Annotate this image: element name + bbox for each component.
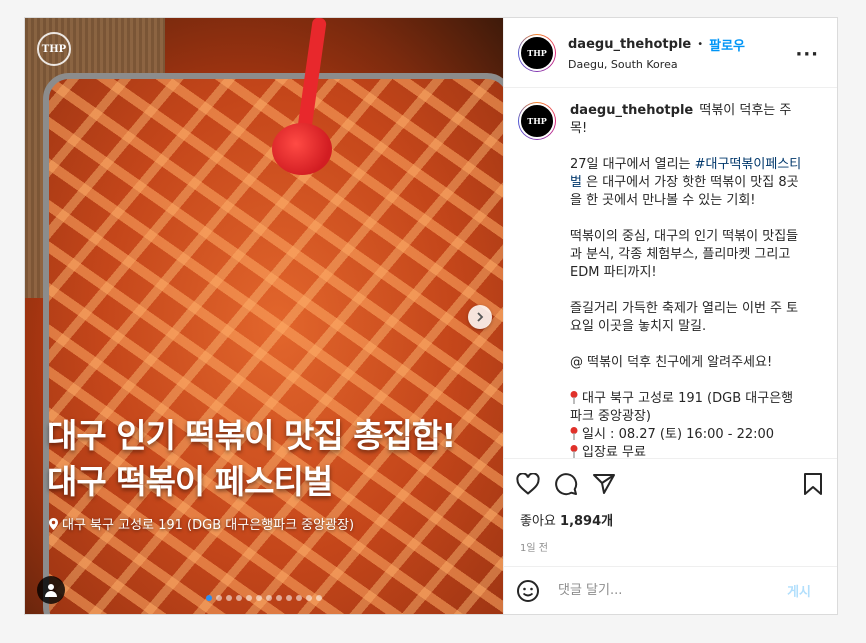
media-location: 대구 북구 고성로 191 (DGB 대구은행파크 중앙광장) <box>49 514 354 533</box>
detail-time: 일시 : 08.27 (토) 16:00 - 22:00 <box>570 426 802 444</box>
carousel-dot <box>236 595 242 601</box>
caption-paragraph-4: @ 떡볶이 덕후 친구에게 알려주세요! <box>570 355 773 370</box>
caption-details: 대구 북구 고성로 191 (DGB 대구은행파크 중앙광장) 일시 : 08.… <box>570 390 802 458</box>
avatar-image: THP <box>519 34 555 71</box>
header-separator: • <box>697 38 704 50</box>
share-button[interactable] <box>592 472 616 496</box>
avatar[interactable]: THP <box>518 33 556 72</box>
detail-fee: 입장료 무료 <box>570 444 802 458</box>
emoji-icon <box>517 579 539 602</box>
action-bar <box>504 458 837 508</box>
carousel-dot <box>216 595 222 601</box>
save-button[interactable] <box>803 473 823 495</box>
carousel-next-button[interactable] <box>468 305 492 329</box>
detail-address: 대구 북구 고성로 191 (DGB 대구은행파크 중앙광장) <box>570 391 794 424</box>
emoji-button[interactable] <box>516 579 540 603</box>
heart-icon <box>516 472 540 495</box>
likes-count[interactable]: 좋아요 1,894개 <box>504 508 837 529</box>
header-location[interactable]: Daegu, South Korea <box>568 58 745 71</box>
carousel-dot <box>306 595 312 601</box>
carousel-indicator <box>25 595 503 601</box>
headline-line-1: 대구 인기 떡볶이 맛집 총집합! <box>47 416 456 455</box>
headline-line-2: 대구 떡볶이 페스티벌 <box>47 462 333 501</box>
chevron-right-icon <box>477 312 484 322</box>
thp-logo: THP <box>37 32 71 66</box>
caption-paragraph-1: 27일 대구에서 열리는 #대구떡볶이페스티벌 은 대구에서 가장 핫한 떡볶이… <box>570 157 802 208</box>
comment-bar: 게시 <box>504 566 837 614</box>
more-options-icon[interactable]: ··· <box>795 44 819 65</box>
carousel-dot <box>226 595 232 601</box>
red-pin-icon <box>570 391 578 404</box>
red-pin-icon <box>570 427 578 440</box>
ladle-bowl <box>272 123 332 175</box>
post-side-panel: THP daegu_thehotple • 팔로우 Daegu, South K… <box>503 18 837 614</box>
caption-text: daegu_thehotple 떡볶이 덕후는 주목! 27일 대구에서 열리는… <box>570 102 802 458</box>
post-time[interactable]: 1일 전 <box>504 529 837 554</box>
caption-paragraph-3: 즐길거리 가득한 축제가 열리는 이번 주 토요일 이곳을 놓치지 말길. <box>570 301 799 334</box>
paper-plane-icon <box>593 473 615 494</box>
follow-button[interactable]: 팔로우 <box>709 35 745 54</box>
media-headline: 대구 인기 떡볶이 맛집 총집합! 대구 떡볶이 페스티벌 <box>47 413 497 505</box>
post-header: THP daegu_thehotple • 팔로우 Daegu, South K… <box>504 18 837 88</box>
caption-paragraph-2: 떡볶이의 중심, 대구의 인기 떡볶이 맛집들과 분식, 각종 체험부스, 플리… <box>570 229 799 280</box>
carousel-dot <box>276 595 282 601</box>
comment-icon <box>555 472 578 495</box>
post-media[interactable]: THP 대구 인기 떡볶이 맛집 총집합! 대구 떡볶이 페스티벌 대구 북구 … <box>25 18 503 614</box>
carousel-dot <box>316 595 322 601</box>
red-pin-icon <box>570 445 578 458</box>
instagram-post: THP 대구 인기 떡볶이 맛집 총집합! 대구 떡볶이 페스티벌 대구 북구 … <box>24 17 838 615</box>
caption-avatar[interactable]: THP <box>518 102 556 140</box>
carousel-dot <box>246 595 252 601</box>
caption-avatar-image: THP <box>519 103 555 139</box>
caption-area: THP daegu_thehotple 떡볶이 덕후는 주목! 27일 대구에서… <box>504 88 837 458</box>
header-username[interactable]: daegu_thehotple <box>568 37 691 52</box>
comment-input[interactable] <box>556 582 760 599</box>
post-comment-button[interactable]: 게시 <box>787 581 811 600</box>
caption-username[interactable]: daegu_thehotple <box>570 103 693 118</box>
carousel-dot <box>296 595 302 601</box>
header-text: daegu_thehotple • 팔로우 Daegu, South Korea <box>568 35 745 71</box>
comment-button[interactable] <box>554 472 578 496</box>
carousel-dot <box>206 595 212 601</box>
bookmark-icon <box>804 473 822 495</box>
carousel-dot <box>266 595 272 601</box>
carousel-dot <box>286 595 292 601</box>
location-pin-icon <box>49 517 58 530</box>
carousel-dot <box>256 595 262 601</box>
like-button[interactable] <box>516 472 540 495</box>
